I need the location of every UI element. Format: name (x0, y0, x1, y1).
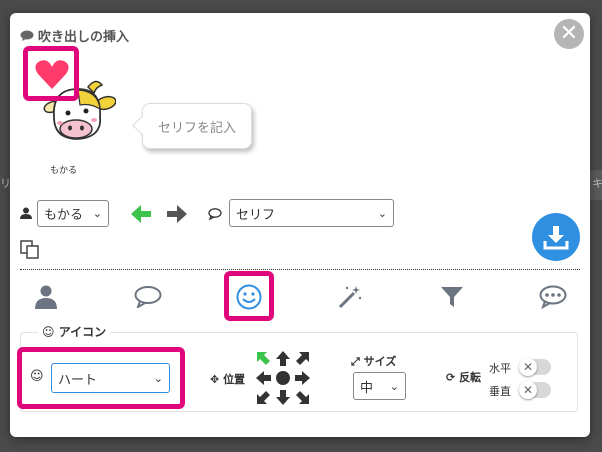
chat-dots-icon (539, 285, 567, 309)
tab-more[interactable] (536, 280, 570, 314)
character-name: もかる (50, 166, 78, 176)
bubble-type-value: セリフ (236, 207, 276, 223)
user-icon (35, 285, 57, 309)
speech-outline-icon (208, 208, 222, 220)
speech-placeholder-text: セリフを記入 (157, 120, 236, 136)
refresh-icon: ⟳ (446, 371, 456, 384)
icon-select-highlight (17, 347, 185, 409)
flip-vertical-toggle[interactable]: ✕ (519, 381, 551, 399)
arrow-left-icon[interactable] (130, 204, 152, 224)
section-divider (20, 269, 580, 270)
flip-label-text: 反転 (459, 371, 482, 384)
background-text-right: キ (592, 177, 602, 190)
dialog-title-text: 吹き出しの挿入 (38, 30, 130, 45)
copy-icon[interactable] (20, 240, 40, 260)
heart-icon-highlight (23, 46, 79, 101)
size-label: ⤢ サイズ (351, 353, 396, 369)
user-icon (20, 207, 32, 219)
move-icon: ✥ (210, 373, 220, 386)
character-select[interactable]: もかる ⌄ (37, 200, 109, 227)
size-label-text: サイズ (363, 355, 397, 368)
speech-bubble-icon (20, 30, 34, 41)
tab-speech[interactable] (131, 280, 165, 314)
icon-settings-legend: ☺ アイコン (38, 323, 111, 340)
tab-filter[interactable] (435, 280, 469, 314)
download-button[interactable] (532, 213, 580, 261)
bubble-type-select[interactable]: セリフ ⌄ (229, 199, 394, 227)
position-arrows-grid[interactable] (255, 350, 311, 406)
tab-person[interactable] (29, 280, 63, 314)
chevron-down-icon: ⌄ (377, 206, 387, 220)
active-tab-highlight (224, 271, 274, 321)
position-label: ✥ 位置 (210, 371, 245, 387)
flip-label: ⟳ 反転 (446, 369, 481, 385)
download-icon (543, 226, 569, 250)
close-button[interactable]: ✕ (554, 19, 584, 49)
flip-horizontal-toggle[interactable]: ✕ (519, 358, 551, 376)
chevron-down-icon: ⌄ (92, 207, 102, 220)
chevron-down-icon: ⌄ (389, 379, 399, 393)
dialog-title: 吹き出しの挿入 (20, 26, 129, 45)
filter-icon (441, 287, 463, 307)
size-select[interactable]: 中 ⌄ (353, 372, 406, 400)
tab-effect[interactable] (333, 280, 367, 314)
flip-vertical-label: 垂直 (489, 385, 511, 398)
toggle-off-icon: ✕ (519, 358, 537, 376)
arrow-right-icon[interactable] (166, 204, 188, 224)
icon-settings-legend-text: アイコン (58, 325, 107, 339)
expand-icon: ⤢ (351, 355, 360, 368)
smile-icon: ☺ (42, 325, 55, 339)
speech-balloon[interactable]: セリフを記入 (142, 103, 252, 149)
insert-balloon-dialog: 吹き出しの挿入 ✕ もかる セリフを記入 もかる ⌄ セリフ ⌄ ☺ アイコン … (10, 13, 590, 437)
speech-outline-icon (134, 286, 162, 308)
character-select-value: もかる (44, 208, 84, 223)
size-select-value: 中 (360, 380, 374, 396)
position-label-text: 位置 (223, 373, 246, 386)
close-icon: ✕ (559, 21, 579, 46)
toggle-off-icon: ✕ (519, 381, 537, 399)
magic-wand-icon (338, 286, 362, 309)
flip-horizontal-label: 水平 (489, 362, 511, 375)
